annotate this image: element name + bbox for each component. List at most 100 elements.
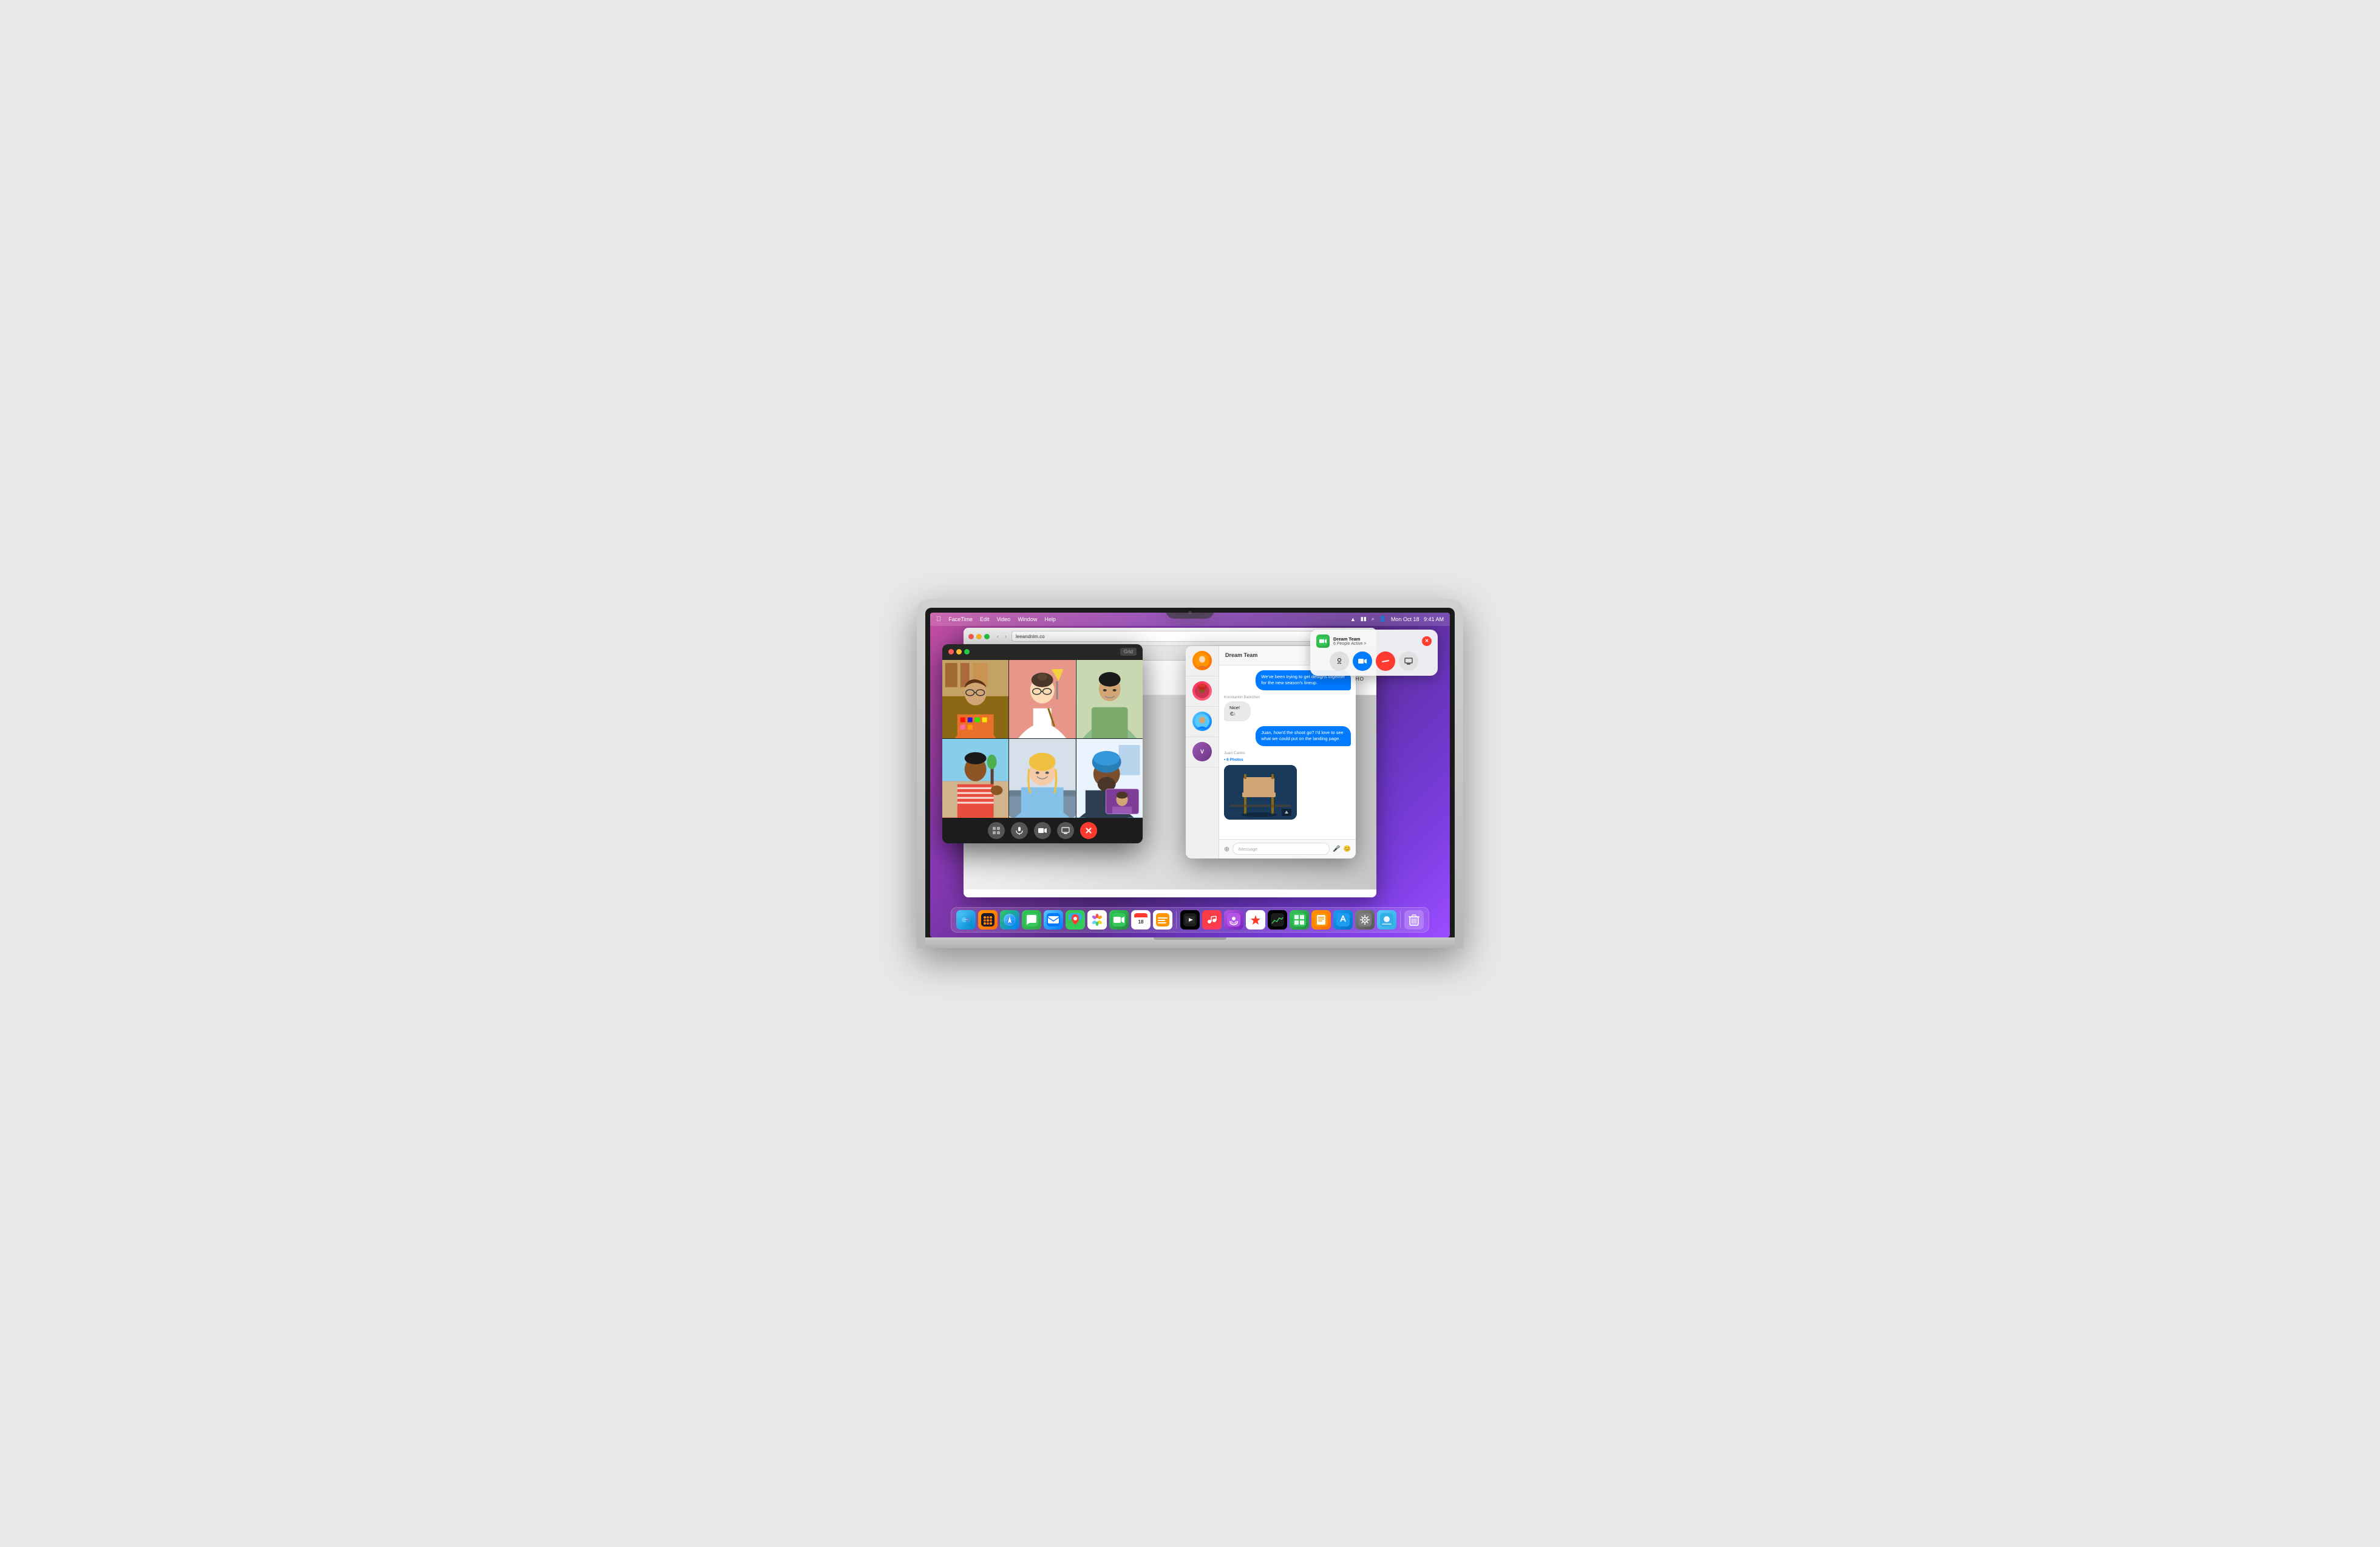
notification-header: Dream Team 6 People Active > ✕ xyxy=(1316,634,1432,648)
finder-icon xyxy=(959,913,973,926)
dock-tv[interactable] xyxy=(1180,910,1200,930)
pages-icon xyxy=(1314,913,1328,926)
message-bubble-3: Juan, how'd the shoot go? I'd love to se… xyxy=(1256,726,1351,746)
dock-appstore[interactable] xyxy=(1333,910,1353,930)
virginia-item: V xyxy=(1186,741,1219,763)
facetime-mic-button[interactable] xyxy=(1011,822,1028,839)
safari-icon xyxy=(1003,913,1016,926)
dock-maps[interactable] xyxy=(1066,910,1085,930)
messages-list-item-virginia[interactable]: V xyxy=(1186,737,1219,767)
dock-facetime[interactable] xyxy=(1109,910,1129,930)
facetime-dock-icon xyxy=(1112,913,1126,926)
messages-main-panel: Dream Team 📹 ⓘ We've been trying to get … xyxy=(1219,646,1356,858)
dock-photos[interactable] xyxy=(1087,910,1107,930)
screen-bezel:  FaceTime Edit Video Window Help ▲ ▮▮ ⌕… xyxy=(925,608,1455,937)
person-1-svg xyxy=(942,660,1008,739)
facetime-camera-button[interactable] xyxy=(1034,822,1051,839)
dock-finder[interactable] xyxy=(956,910,976,930)
dock-mail[interactable] xyxy=(1044,910,1063,930)
appstore-icon xyxy=(1336,913,1350,926)
notification-end-button[interactable] xyxy=(1376,651,1395,671)
menu-video[interactable]: Video xyxy=(996,616,1010,622)
avatar-virginia: V xyxy=(1192,742,1212,761)
menu-window[interactable]: Window xyxy=(1018,616,1037,622)
audio-icon[interactable]: 🎤 xyxy=(1333,846,1340,852)
trash-icon xyxy=(1407,913,1421,926)
person-4-svg xyxy=(942,739,1008,818)
dock-system-preferences[interactable] xyxy=(1355,910,1375,930)
svg-text:18: 18 xyxy=(1138,919,1144,925)
facetime-grid-button[interactable] xyxy=(988,822,1005,839)
facetime-notification: Dream Team 6 People Active > ✕ xyxy=(1310,630,1438,676)
podcasts-icon xyxy=(1227,913,1240,926)
facetime-minimize-button[interactable] xyxy=(956,649,962,654)
menu-help[interactable]: Help xyxy=(1044,616,1056,622)
dock-music[interactable] xyxy=(1202,910,1222,930)
messages-list-item-1[interactable] xyxy=(1186,646,1219,676)
browser-maximize-button[interactable] xyxy=(984,634,990,639)
menu-edit[interactable]: Edit xyxy=(980,616,990,622)
message-konstantin-group: Konstantin Babichev Nice! 🌤 xyxy=(1224,695,1260,721)
menubar-left:  FaceTime Edit Video Window Help xyxy=(936,616,1056,623)
dock-safari[interactable] xyxy=(1000,910,1019,930)
wifi-icon: ▲ xyxy=(1350,616,1356,622)
dock-launchpad[interactable] xyxy=(978,910,998,930)
notification-mute-button[interactable] xyxy=(1330,651,1349,671)
dock-podcasts[interactable] xyxy=(1224,910,1243,930)
messages-sidebar: V xyxy=(1186,646,1219,858)
dock-trash[interactable] xyxy=(1404,910,1424,930)
facetime-screen-button[interactable] xyxy=(1057,822,1074,839)
avatar-3 xyxy=(1192,712,1212,731)
menubar:  FaceTime Edit Video Window Help ▲ ▮▮ ⌕… xyxy=(930,613,1450,626)
laptop-hinge xyxy=(1154,937,1226,940)
search-icon[interactable]: ⌕ xyxy=(1372,616,1375,622)
dock-calendar[interactable]: 18 xyxy=(1131,910,1151,930)
battery-icon: ▮▮ xyxy=(1361,616,1367,622)
facetime-zoom-button[interactable] xyxy=(964,649,970,654)
facetime-end-button[interactable] xyxy=(1080,822,1097,839)
dock-pages[interactable] xyxy=(1311,910,1331,930)
facetime-cell-1 xyxy=(942,660,1008,739)
apps-icon[interactable]: ⊕ xyxy=(1224,845,1229,853)
imessage-input[interactable]: iMessage xyxy=(1232,843,1330,855)
clock: Mon Oct 18 9:41 AM xyxy=(1391,616,1444,622)
photo-attachment[interactable] xyxy=(1224,765,1297,820)
dock-numbers[interactable] xyxy=(1290,910,1309,930)
reminders-icon xyxy=(1156,913,1169,926)
notification-screen-button[interactable] xyxy=(1399,651,1418,671)
browser-close-button[interactable] xyxy=(968,634,974,639)
mail-icon xyxy=(1047,913,1060,926)
dock-screensaver[interactable] xyxy=(1377,910,1396,930)
messages-recipient: Dream Team xyxy=(1225,652,1257,658)
self-preview-svg xyxy=(1106,789,1138,814)
facetime-cell-3 xyxy=(1076,660,1143,739)
facetime-self-preview xyxy=(1106,789,1139,814)
browser-forward-button[interactable]: › xyxy=(1004,632,1008,641)
avatar-sania xyxy=(1192,681,1212,701)
notification-video-button[interactable] xyxy=(1353,651,1372,671)
notification-app-name: Dream Team xyxy=(1333,636,1366,642)
notification-title-area: Dream Team 6 People Active > xyxy=(1316,634,1366,648)
screensaver-icon xyxy=(1380,913,1393,926)
browser-minimize-button[interactable] xyxy=(976,634,982,639)
dock-news[interactable] xyxy=(1246,910,1265,930)
messages-list-item-2[interactable] xyxy=(1186,676,1219,707)
facetime-traffic-lights xyxy=(948,649,970,654)
facetime-cell-2 xyxy=(1009,660,1075,739)
notification-controls xyxy=(1316,651,1432,671)
facetime-controls xyxy=(942,818,1143,843)
menubar-right: ▲ ▮▮ ⌕ 👤 Mon Oct 18 9:41 AM xyxy=(1350,616,1444,622)
dock-reminders[interactable] xyxy=(1153,910,1172,930)
dock-stocks[interactable] xyxy=(1268,910,1287,930)
news-icon xyxy=(1249,913,1262,926)
notification-subtitle: 6 People Active > xyxy=(1333,642,1366,646)
messages-list-item-3[interactable] xyxy=(1186,707,1219,737)
messages-window: V Dream Team 📹 ⓘ xyxy=(1186,646,1356,858)
dock-messages[interactable] xyxy=(1022,910,1041,930)
emoji-icon[interactable]: 😊 xyxy=(1344,846,1351,852)
browser-back-button[interactable]: ‹ xyxy=(996,632,1000,641)
menu-facetime[interactable]: FaceTime xyxy=(948,616,973,622)
adam-avatar-svg xyxy=(1195,653,1209,668)
notification-close-button[interactable]: ✕ xyxy=(1422,636,1432,646)
facetime-close-button[interactable] xyxy=(948,649,954,654)
